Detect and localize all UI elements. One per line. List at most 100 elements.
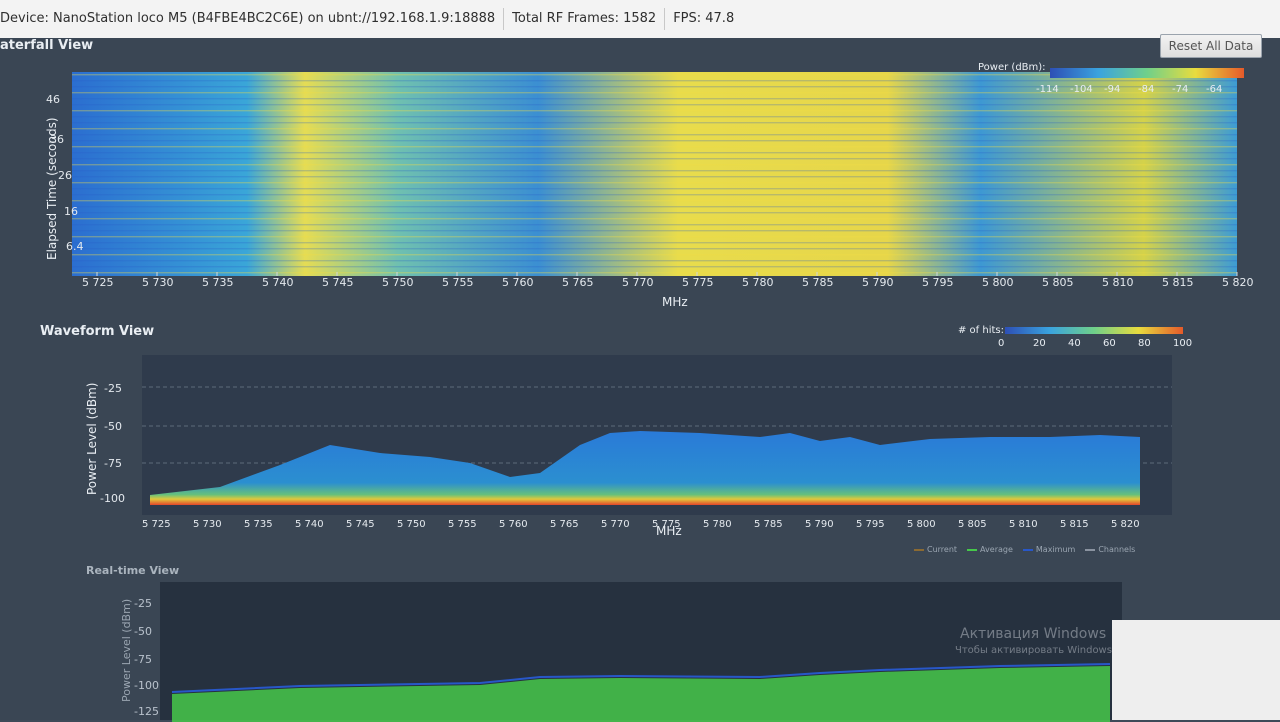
waveform-x-tick: 5 800 [907,519,936,530]
waveform-chart: Power Level (dBm) -25 -50 -75 -100 5 725… [85,355,1172,538]
waterfall-scanline [72,242,1237,244]
waterfall-scanline [72,92,1237,94]
power-legend-tick: -114 [1036,84,1059,95]
waveform-x-tick: 5 725 [142,519,171,530]
waterfall-x-tick: 5 780 [742,276,774,289]
waterfall-x-tick: 5 760 [502,276,534,289]
realtime-y-tick: -50 [134,625,152,638]
power-legend-title: Power (dBm): [978,62,1046,73]
waterfall-y-tick: 16 [64,205,78,218]
waterfall-x-tick: 5 820 [1222,276,1254,289]
waterfall-scanline [72,176,1237,178]
waterfall-scanline [72,212,1237,214]
waterfall-scanline [72,230,1237,232]
series-swatch [914,548,924,551]
waterfall-x-tick: 5 725 [82,276,114,289]
series-legend-item[interactable]: Maximum [1022,545,1076,554]
waterfall-scanline [72,194,1237,196]
power-legend-tick: -104 [1070,84,1093,95]
series-legend-item[interactable]: Current [914,545,957,554]
series-swatch [1022,548,1033,551]
series-legend: Current Average Maximum Channels [914,545,1135,554]
waveform-x-tick: 5 815 [1060,519,1089,530]
series-swatch [967,548,978,551]
waveform-x-tick: 5 745 [346,519,375,530]
series-legend-label: Current [927,545,958,554]
waterfall-scanline [72,206,1237,208]
waterfall-scanline [72,236,1237,238]
waveform-x-tick: 5 755 [448,519,477,530]
waveform-y-axis-title: Power Level (dBm) [85,383,99,496]
waveform-x-tick: 5 750 [397,519,426,530]
desktop-corner [1112,620,1280,720]
series-legend-label: Maximum [1035,545,1076,554]
waterfall-scanline [72,128,1237,130]
waterfall-x-tick: 5 795 [922,276,954,289]
waterfall-scanline [72,104,1237,106]
waterfall-x-tick: 5 800 [982,276,1014,289]
waterfall-x-tick: 5 735 [202,276,234,289]
waterfall-x-tick: 5 755 [442,276,474,289]
waveform-x-tick: 5 760 [499,519,528,530]
waterfall-scanline [72,254,1237,256]
waterfall-scanline [72,266,1237,268]
waveform-y-tick: -100 [100,492,125,505]
waveform-y-tick: -50 [104,420,122,433]
waterfall-x-tick: 5 810 [1102,276,1134,289]
waterfall-x-tick: 5 740 [262,276,294,289]
waterfall-scanline [72,188,1237,190]
waterfall-scanline [72,80,1237,82]
waveform-x-tick: 5 730 [193,519,222,530]
waterfall-scanline [72,158,1237,160]
waterfall-y-tick: 46 [46,93,60,106]
waterfall-y-tick: 26 [58,169,72,182]
waterfall-x-tick: 5 730 [142,276,174,289]
waterfall-y-tick: 6.4 [66,240,84,253]
realtime-y-tick: -25 [134,597,152,610]
series-legend-label: Average [980,545,1013,554]
waterfall-scanline [72,146,1237,148]
waveform-x-ticks: 5 725 5 730 5 735 5 740 5 745 5 750 5 755 5 760… [142,519,1140,530]
waveform-x-tick: 5 790 [805,519,834,530]
waterfall-scanline [72,218,1237,220]
windows-activation-hint: Чтобы активировать Windows [955,645,1112,656]
waterfall-scanline [72,134,1237,136]
waterfall-y-tick: 36 [50,133,64,146]
waterfall-x-tick: 5 805 [1042,276,1074,289]
waterfall-x-tick: 5 750 [382,276,414,289]
waveform-x-tick: 5 770 [601,519,630,530]
series-legend-item[interactable]: Channels [1085,545,1135,554]
realtime-y-axis-title: Power Level (dBm) [120,599,133,702]
power-legend-gradient [1050,68,1244,78]
device-label: Device: NanoStation loco M5 (B4FBE4BC2C6… [0,8,505,30]
waveform-x-tick: 5 820 [1111,519,1140,530]
waterfall-x-tick: 5 770 [622,276,654,289]
status-bar: Device: NanoStation loco M5 (B4FBE4BC2C6… [0,0,1280,39]
hits-legend-title: # of hits: [958,325,1004,336]
waterfall-x-tick: 5 785 [802,276,834,289]
waterfall-x-tick: 5 775 [682,276,714,289]
waveform-x-tick: 5 780 [703,519,732,530]
waterfall-scanline [72,224,1237,226]
waterfall-scanline [72,152,1237,154]
waterfall-scanline [72,260,1237,262]
waveform-x-tick: 5 805 [958,519,987,530]
waveform-x-tick: 5 740 [295,519,324,530]
waterfall-x-tick: 5 815 [1162,276,1194,289]
waterfall-scanline [72,272,1237,274]
power-legend-tick: -64 [1206,84,1223,95]
waterfall-scanline [72,122,1237,124]
waveform-x-tick: 5 795 [856,519,885,530]
waterfall-scanline [72,116,1237,118]
waterfall-scanline [72,248,1237,250]
waterfall-x-tick: 5 790 [862,276,894,289]
series-legend-label: Channels [1098,545,1136,554]
series-swatch [1085,548,1096,551]
waterfall-x-tick: 5 765 [562,276,594,289]
waterfall-scanline [72,200,1237,202]
waveform-x-axis-title: MHz [656,524,682,538]
realtime-average-area [172,666,1110,722]
waterfall-scanline [72,182,1237,184]
waveform-title: Waveform View [40,324,155,339]
series-legend-item[interactable]: Average [967,545,1013,554]
